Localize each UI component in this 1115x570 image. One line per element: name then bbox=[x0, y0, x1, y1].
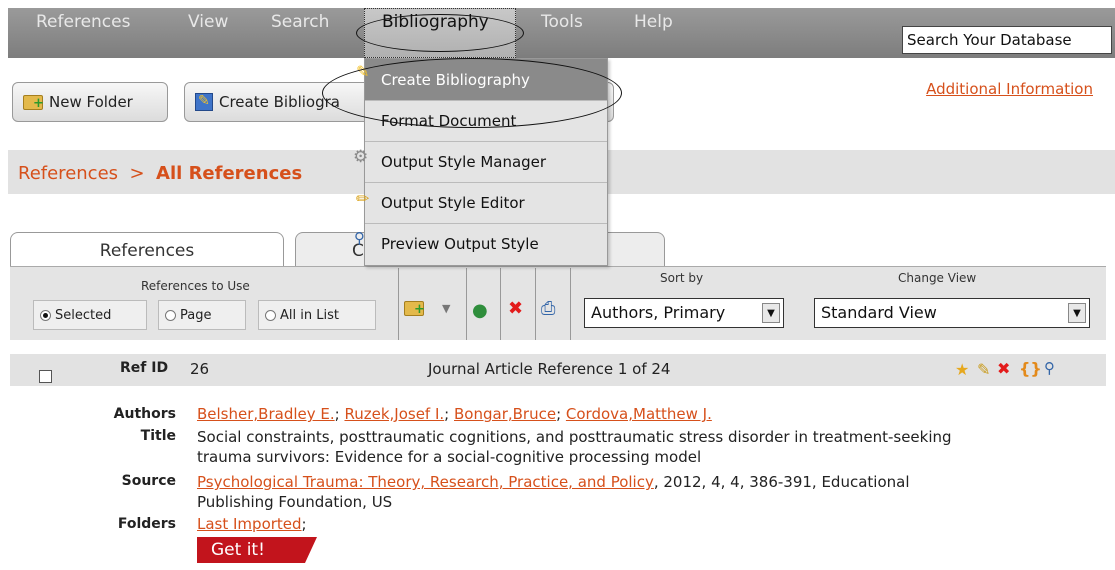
radio-all-in-list-dot bbox=[265, 309, 276, 321]
folders-value: Last Imported; bbox=[197, 515, 307, 533]
additional-information-link[interactable]: Additional Information bbox=[926, 80, 1093, 98]
change-view-value: Standard View bbox=[821, 303, 937, 322]
author-link[interactable]: Ruzek,Josef I. bbox=[344, 405, 444, 423]
gear-icon: ⚙ bbox=[353, 147, 369, 167]
change-view-select[interactable]: Standard View ▼ bbox=[814, 298, 1090, 328]
create-bibliography-icon bbox=[195, 93, 213, 111]
folders-label: Folders bbox=[117, 516, 176, 532]
record-header-text: Journal Article Reference 1 of 24 bbox=[428, 360, 671, 378]
authors-value: Belsher,Bradley E.; Ruzek,Josef I.; Bong… bbox=[197, 405, 712, 423]
dropdown-item-label: Preview Output Style bbox=[381, 235, 539, 253]
add-to-folder-icon[interactable] bbox=[404, 300, 425, 321]
radio-all-in-list-label: All in List bbox=[280, 307, 339, 323]
source-link[interactable]: Psychological Trauma: Theory, Research, … bbox=[197, 473, 654, 491]
references-to-use-label: References to Use bbox=[141, 279, 250, 293]
change-view-label: Change View bbox=[898, 271, 977, 285]
menu-tools[interactable]: Tools bbox=[541, 12, 583, 32]
author-link[interactable]: Cordova,Matthew J. bbox=[566, 405, 712, 423]
dropdown-item-output-style-manager[interactable]: Output Style Manager bbox=[365, 141, 607, 183]
print-icon[interactable]: ⎙ bbox=[541, 298, 555, 319]
divider bbox=[466, 268, 467, 340]
chevron-down-icon: ▼ bbox=[762, 303, 780, 323]
sort-by-value: Authors, Primary bbox=[591, 303, 726, 322]
annotation-circle bbox=[356, 14, 524, 52]
tab-references[interactable]: References bbox=[10, 232, 284, 268]
title-label: Title bbox=[140, 428, 176, 444]
record-checkbox[interactable] bbox=[39, 370, 52, 383]
title-value: Social constraints, posttraumatic cognit… bbox=[197, 427, 1077, 467]
radio-selected-label: Selected bbox=[55, 307, 112, 323]
radio-all-in-list[interactable]: All in List bbox=[258, 300, 376, 330]
star-icon[interactable]: ★ bbox=[955, 360, 969, 379]
new-folder-label: New Folder bbox=[49, 93, 133, 111]
breadcrumb-root[interactable]: References bbox=[18, 163, 118, 184]
title-line-2: trauma survivors: Evidence for a social-… bbox=[197, 448, 702, 466]
delete-icon[interactable]: ✖ bbox=[997, 359, 1010, 378]
radio-page[interactable]: Page bbox=[158, 300, 246, 330]
sort-by-label: Sort by bbox=[660, 271, 704, 285]
sort-by-select[interactable]: Authors, Primary ▼ bbox=[584, 298, 784, 328]
new-folder-button[interactable]: New Folder bbox=[12, 82, 168, 122]
authors-label: Authors bbox=[113, 406, 176, 422]
divider bbox=[398, 268, 399, 340]
edit-icon[interactable]: ✎ bbox=[977, 360, 990, 379]
delete-icon[interactable]: ✖ bbox=[508, 298, 523, 319]
source-label: Source bbox=[121, 473, 176, 489]
braces-icon[interactable]: {} bbox=[1019, 359, 1042, 378]
dropdown-item-label: Output Style Manager bbox=[381, 152, 547, 171]
author-link[interactable]: Belsher,Bradley E. bbox=[197, 405, 335, 423]
source-details: , 2012, 4, 4, 386-391, Educational bbox=[653, 473, 910, 491]
tab-references-label: References bbox=[99, 240, 195, 261]
breadcrumb-separator: > bbox=[129, 163, 145, 184]
new-folder-icon bbox=[23, 94, 44, 110]
menu-search[interactable]: Search bbox=[271, 12, 329, 32]
search-input[interactable]: Search Your Database bbox=[902, 26, 1112, 54]
chevron-down-icon[interactable]: ▼ bbox=[442, 302, 450, 315]
divider bbox=[535, 268, 536, 340]
radio-page-dot bbox=[165, 309, 176, 321]
dropdown-item-preview-output-style[interactable]: Preview Output Style bbox=[365, 223, 607, 265]
radio-selected[interactable]: Selected bbox=[33, 300, 147, 330]
source-value: Psychological Trauma: Theory, Research, … bbox=[197, 472, 1077, 512]
globe-icon[interactable]: ● bbox=[472, 300, 488, 321]
radio-page-label: Page bbox=[180, 307, 212, 323]
source-line-2: Publishing Foundation, US bbox=[197, 493, 393, 511]
divider bbox=[500, 268, 501, 340]
menu-help[interactable]: Help bbox=[634, 12, 673, 32]
magnifier-icon: ⚲ bbox=[354, 229, 365, 247]
folder-link[interactable]: Last Imported bbox=[197, 515, 302, 533]
dropdown-item-label: Output Style Editor bbox=[381, 193, 525, 212]
annotation-circle bbox=[322, 58, 622, 128]
magnifier-icon[interactable]: ⚲ bbox=[1044, 359, 1055, 377]
chevron-down-icon: ▼ bbox=[1068, 303, 1086, 323]
get-it-button[interactable]: Get it! bbox=[197, 537, 317, 563]
divider bbox=[570, 268, 571, 340]
breadcrumb: References > All References bbox=[18, 163, 302, 184]
ref-id-value: 26 bbox=[190, 360, 210, 378]
pencil-icon: ✏ bbox=[356, 189, 370, 208]
menu-view[interactable]: View bbox=[188, 12, 228, 32]
ref-id-label: Ref ID bbox=[120, 360, 169, 376]
title-line-1: Social constraints, posttraumatic cognit… bbox=[197, 428, 952, 446]
radio-selected-dot bbox=[40, 309, 51, 321]
dropdown-item-output-style-editor[interactable]: Output Style Editor bbox=[365, 182, 607, 224]
author-link[interactable]: Bongar,Bruce bbox=[454, 405, 556, 423]
menu-references[interactable]: References bbox=[36, 12, 130, 32]
breadcrumb-current: All References bbox=[156, 163, 303, 184]
